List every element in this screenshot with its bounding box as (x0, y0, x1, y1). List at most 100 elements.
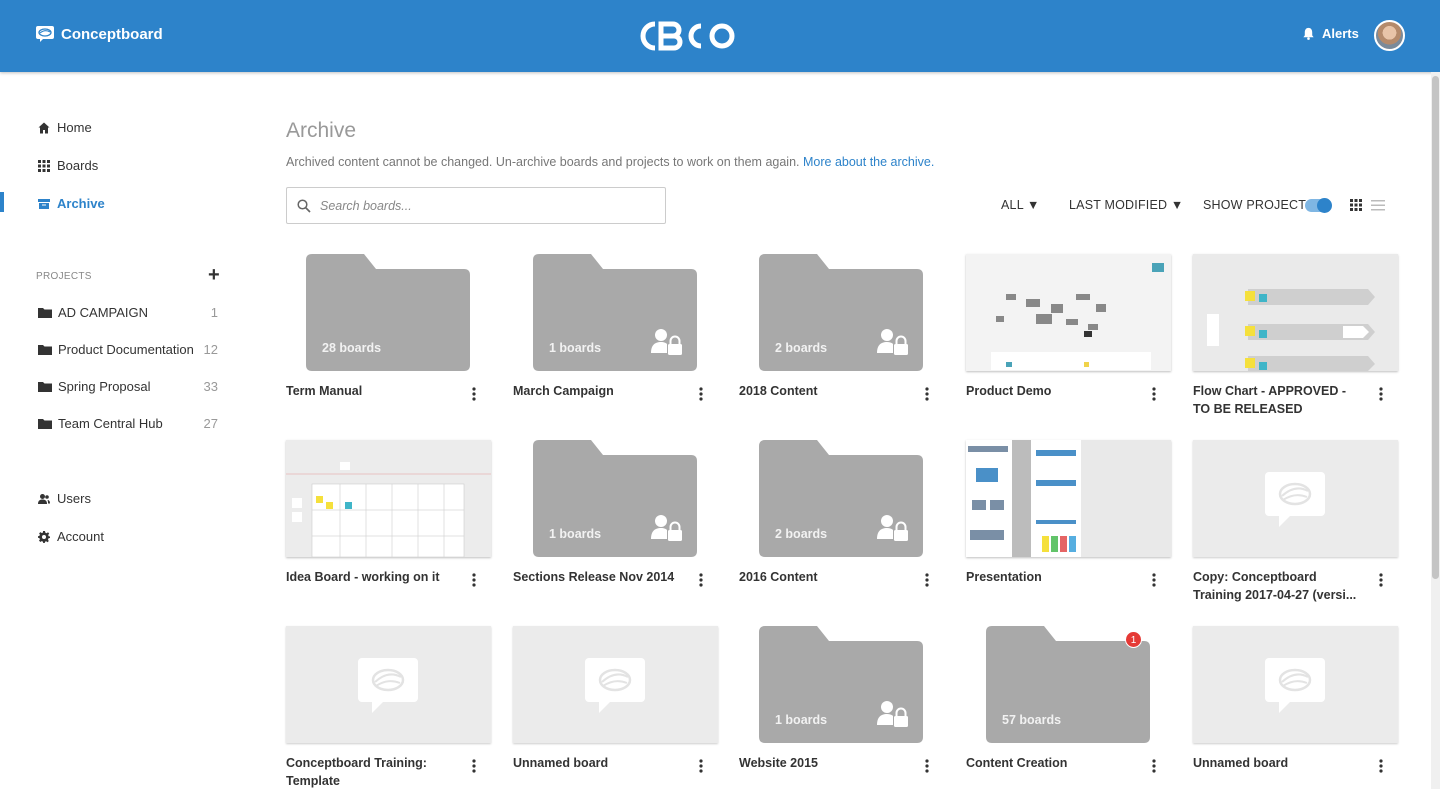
folder-graphic: 1 boards (533, 440, 697, 557)
more-options-icon[interactable] (925, 759, 929, 773)
project-card[interactable]: 2 boards 2018 Content (739, 254, 944, 401)
project-card[interactable]: 2 boards 2016 Content (739, 440, 944, 587)
nav-archive[interactable]: Archive (38, 196, 105, 211)
card-thumbnail[interactable]: 1 boards (739, 626, 944, 743)
add-project-button[interactable]: + (208, 265, 220, 285)
active-indicator (0, 192, 4, 212)
card-thumbnail[interactable] (966, 440, 1171, 557)
home-icon (38, 122, 50, 133)
more-options-icon[interactable] (1152, 573, 1156, 587)
search-input[interactable] (320, 198, 640, 213)
archive-help-link[interactable]: More about the archive. (803, 155, 934, 169)
show-projects-label: SHOW PROJECTS (1203, 198, 1315, 212)
more-options-icon[interactable] (472, 573, 476, 587)
card-thumbnail[interactable] (513, 626, 718, 743)
board-card[interactable]: Unnamed board (1193, 626, 1398, 773)
card-title[interactable]: Content Creation (966, 754, 1138, 772)
nav-home[interactable]: Home (38, 120, 92, 135)
nav-users[interactable]: Users (38, 491, 91, 506)
folder-icon (38, 382, 52, 392)
more-options-icon[interactable] (699, 759, 703, 773)
nav-boards[interactable]: Boards (38, 158, 98, 173)
more-options-icon[interactable] (925, 573, 929, 587)
more-options-icon[interactable] (699, 387, 703, 401)
project-card[interactable]: 1 boards March Campaign (513, 254, 718, 401)
card-thumbnail[interactable]: 1 boards (513, 440, 718, 557)
card-title[interactable]: Unnamed board (513, 754, 685, 772)
card-title[interactable]: Unnamed board (1193, 754, 1365, 772)
card-thumbnail[interactable] (966, 254, 1171, 371)
project-item-spring-proposal[interactable]: Spring Proposal 33 (38, 379, 218, 394)
card-thumbnail[interactable]: 1 boards (513, 254, 718, 371)
project-card[interactable]: 1 boards Sections Release Nov 2014 (513, 440, 718, 587)
page-scrollbar[interactable] (1431, 72, 1440, 789)
notification-badge: 1 (1125, 631, 1142, 648)
board-preview-image (1193, 254, 1398, 371)
more-options-icon[interactable] (925, 387, 929, 401)
card-title[interactable]: Copy: Conceptboard Training 2017-04-27 (… (1193, 568, 1365, 604)
card-thumbnail[interactable]: 2 boards (739, 440, 944, 557)
sort-dropdown[interactable]: LAST MODIFIED ▼ (1069, 198, 1183, 212)
card-title[interactable]: Website 2015 (739, 754, 911, 772)
card-thumbnail[interactable] (1193, 626, 1398, 743)
folder-graphic: 1 boards (533, 254, 697, 371)
card-title[interactable]: Term Manual (286, 382, 458, 400)
card-thumbnail[interactable]: 28 boards (286, 254, 491, 371)
board-card[interactable]: Copy: Conceptboard Training 2017-04-27 (… (1193, 440, 1398, 602)
board-count: 1 boards (549, 527, 602, 541)
card-title[interactable]: Presentation (966, 568, 1138, 586)
more-options-icon[interactable] (1379, 387, 1383, 401)
card-thumbnail[interactable] (286, 440, 491, 557)
card-title[interactable]: March Campaign (513, 382, 685, 400)
board-card[interactable]: Idea Board - working on it (286, 440, 491, 587)
card-title[interactable]: Product Demo (966, 382, 1138, 400)
project-card[interactable]: 28 boards Term Manual (286, 254, 491, 401)
board-card[interactable]: Flow Chart - APPROVED - TO BE RELEASED (1193, 254, 1398, 416)
board-card[interactable]: Conceptboard Training: Template (286, 626, 491, 788)
project-card[interactable]: 57 boards 1 Content Creation (966, 626, 1171, 773)
card-title[interactable]: Sections Release Nov 2014 (513, 568, 685, 586)
grid-view-icon[interactable] (1350, 199, 1362, 211)
board-count: 1 boards (549, 341, 602, 355)
card-title[interactable]: 2016 Content (739, 568, 911, 586)
project-item-product-documentation[interactable]: Product Documentation 12 (38, 342, 218, 357)
more-options-icon[interactable] (1152, 759, 1156, 773)
search-box[interactable] (286, 187, 666, 224)
show-projects-toggle[interactable] (1305, 198, 1332, 213)
board-card[interactable]: Unnamed board (513, 626, 718, 773)
project-count: 1 (210, 305, 218, 320)
locked-user-icon (651, 329, 682, 355)
card-thumbnail[interactable] (1193, 254, 1398, 371)
more-options-icon[interactable] (472, 387, 476, 401)
project-item-ad-campaign[interactable]: AD CAMPAIGN 1 (38, 305, 218, 320)
brand[interactable]: Conceptboard (35, 24, 163, 44)
scrollbar-thumb[interactable] (1432, 76, 1439, 579)
folder-graphic: 1 boards (759, 626, 923, 743)
card-thumbnail[interactable] (1193, 440, 1398, 557)
more-options-icon[interactable] (1379, 759, 1383, 773)
card-title[interactable]: Flow Chart - APPROVED - TO BE RELEASED (1193, 382, 1365, 418)
top-bar: Conceptboard Alerts (0, 0, 1440, 72)
project-item-team-central-hub[interactable]: Team Central Hub 27 (38, 416, 218, 431)
alerts-button[interactable]: Alerts (1302, 26, 1359, 41)
card-thumbnail[interactable] (286, 626, 491, 743)
card-thumbnail[interactable]: 57 boards 1 (966, 626, 1171, 743)
list-view-icon[interactable] (1371, 200, 1385, 211)
more-options-icon[interactable] (1152, 387, 1156, 401)
nav-account[interactable]: Account (38, 529, 104, 544)
project-card[interactable]: 1 boards Website 2015 (739, 626, 944, 773)
more-options-icon[interactable] (699, 573, 703, 587)
card-title[interactable]: Conceptboard Training: Template (286, 754, 458, 790)
locked-user-icon (651, 515, 682, 541)
board-card[interactable]: Product Demo (966, 254, 1171, 401)
card-title[interactable]: 2018 Content (739, 382, 911, 400)
card-title[interactable]: Idea Board - working on it (286, 568, 458, 586)
nav-archive-label: Archive (57, 196, 105, 211)
sidebar: Home Boards Archive PROJECTS + AD CAMPAI… (0, 72, 240, 789)
card-thumbnail[interactable]: 2 boards (739, 254, 944, 371)
more-options-icon[interactable] (1379, 573, 1383, 587)
filter-all-dropdown[interactable]: ALL ▼ (1001, 198, 1040, 212)
board-card[interactable]: Presentation (966, 440, 1171, 587)
user-avatar[interactable] (1374, 20, 1405, 51)
more-options-icon[interactable] (472, 759, 476, 773)
